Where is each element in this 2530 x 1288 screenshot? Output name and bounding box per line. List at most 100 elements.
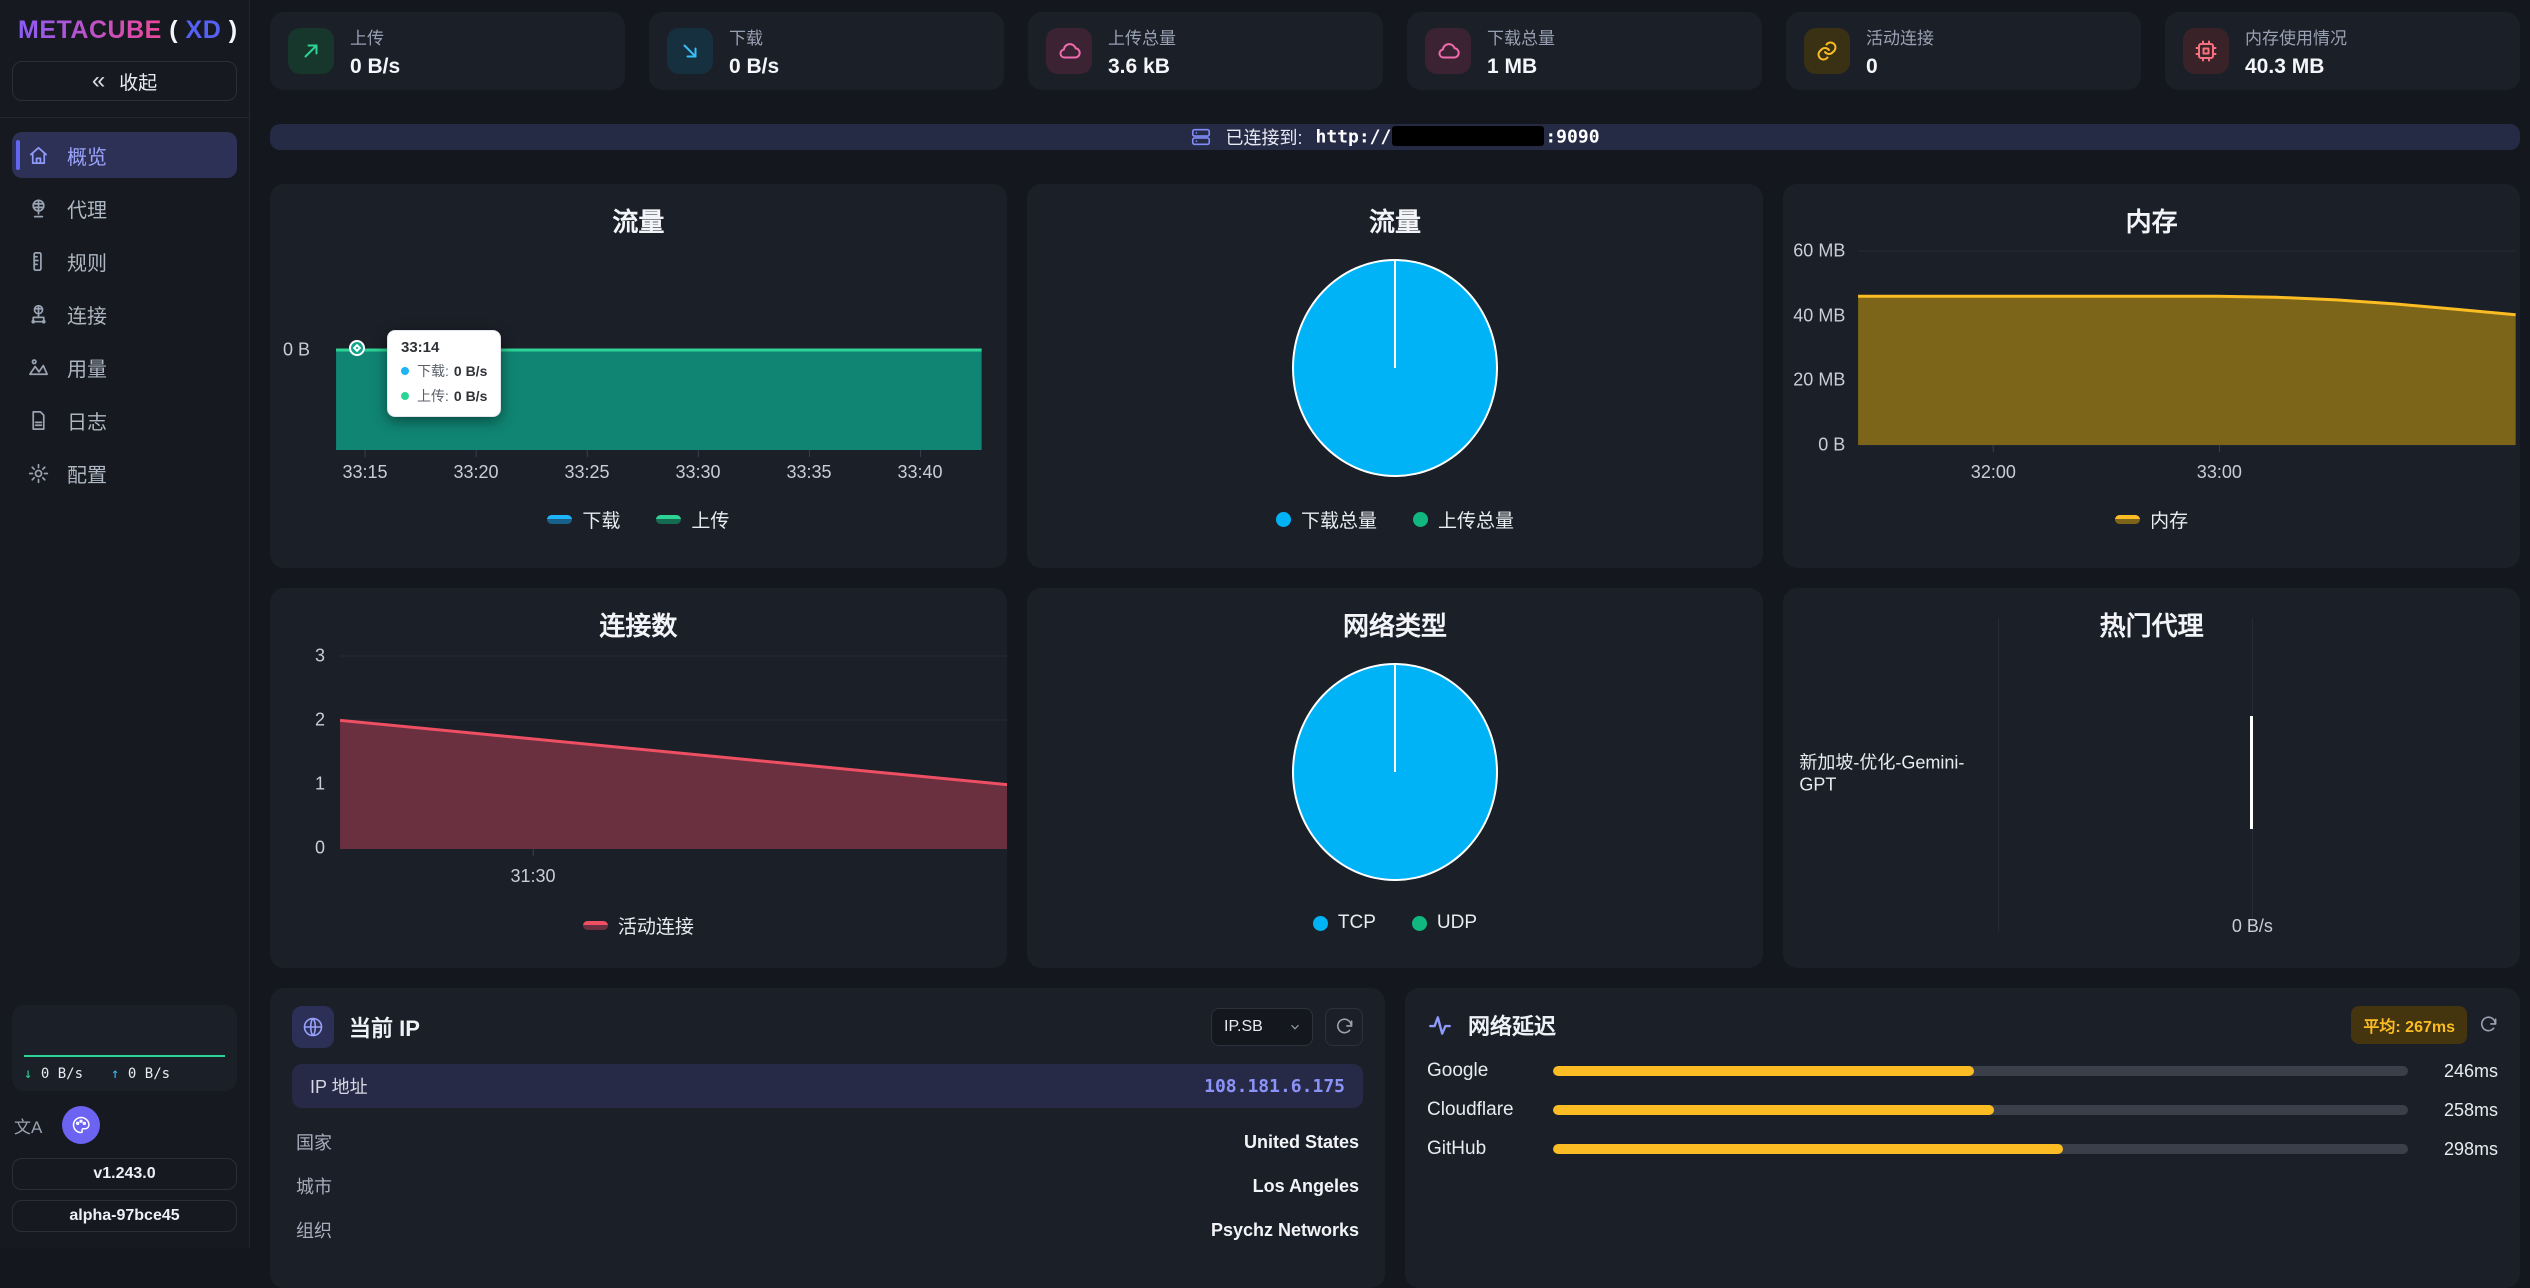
ip-source-select[interactable]: IP.SB — [1211, 1008, 1313, 1046]
home-icon — [27, 144, 50, 167]
sidebar-item-config[interactable]: 配置 — [12, 450, 237, 496]
download-arrow-icon — [678, 39, 702, 63]
sidebar-traffic-plot — [24, 1015, 225, 1057]
stat-card-memory: 内存使用情况 40.3 MB — [2165, 12, 2520, 90]
legend-download[interactable]: 下载 — [547, 506, 620, 533]
x-axis-tick: 32:00 — [1971, 462, 2016, 483]
y-axis-tick: 3 — [270, 646, 325, 667]
stat-label: 下载 — [729, 24, 779, 49]
chart-title: 网络类型 — [1027, 606, 1764, 643]
server-icon — [1190, 126, 1212, 148]
language-icon[interactable]: 文A — [14, 1113, 42, 1138]
hover-marker — [349, 340, 365, 356]
pie-graphic — [1292, 259, 1498, 477]
version-button[interactable]: v1.243.0 — [12, 1158, 237, 1190]
stat-value: 0 B/s — [350, 55, 400, 79]
zero-value-bar — [2250, 716, 2253, 829]
traffic-pie-chart: 流量 下载总量 上传总量 — [1027, 184, 1764, 568]
stat-label: 上传总量 — [1108, 24, 1176, 49]
latency-bar-track — [1553, 1144, 2408, 1154]
latency-site-name: Cloudflare — [1427, 1099, 1535, 1121]
latency-value: 298ms — [2426, 1139, 2498, 1160]
stat-label: 活动连接 — [1866, 24, 1934, 49]
sidebar-item-connections[interactable]: 连接 — [12, 291, 237, 337]
y-axis-tick: 20 MB — [1783, 370, 1845, 391]
sidebar-item-usage[interactable]: 用量 — [12, 344, 237, 390]
double-chevron-left-icon: « — [92, 69, 105, 93]
info-value: United States — [1244, 1132, 1359, 1153]
legend-upload[interactable]: 上传 — [656, 506, 729, 533]
collapse-sidebar-button[interactable]: « 收起 — [12, 61, 237, 101]
stat-value: 3.6 kB — [1108, 55, 1176, 79]
sidebar-item-overview[interactable]: 概览 — [12, 132, 237, 178]
legend-pill-icon — [2115, 515, 2140, 524]
refresh-ip-button[interactable] — [1325, 1008, 1363, 1046]
sidebar-item-logs[interactable]: 日志 — [12, 397, 237, 443]
build-button[interactable]: alpha-97bce45 — [12, 1200, 237, 1232]
latency-row: Cloudflare258ms — [1427, 1099, 2498, 1121]
x-axis-tick: 33:15 — [342, 462, 387, 483]
info-value: Psychz Networks — [1211, 1220, 1359, 1241]
app-logo: METACUBE ( XD ) — [12, 14, 237, 61]
latency-row: Google246ms — [1427, 1060, 2498, 1082]
stat-value: 0 — [1866, 55, 1934, 79]
legend-dot-icon — [1413, 512, 1428, 527]
latency-rows: Google246msCloudflare258msGitHub298ms — [1427, 1060, 2498, 1160]
y-axis-tick: 0 — [270, 838, 325, 859]
vertical-gridline — [1998, 618, 1999, 932]
legend-tcp[interactable]: TCP — [1313, 912, 1376, 934]
legend-memory[interactable]: 内存 — [2115, 506, 2188, 533]
legend-udp[interactable]: UDP — [1412, 912, 1477, 934]
legend-pill-icon — [583, 921, 608, 930]
traffic-line-chart: 流量 33:14 下载:0 B/s 上传:0 B/s 下载 上传 33:1533… — [270, 184, 1007, 568]
legend-download-total[interactable]: 下载总量 — [1276, 506, 1377, 533]
chart-tooltip: 33:14 下载:0 B/s 上传:0 B/s — [387, 330, 501, 417]
connection-status-label: 已连接到: — [1225, 124, 1302, 150]
proxies-globe-icon — [27, 197, 50, 220]
stat-card-active-connections: 活动连接 0 — [1786, 12, 2141, 90]
sidebar-item-label: 配置 — [67, 459, 107, 488]
upload-dot-icon — [401, 392, 409, 400]
stat-label: 内存使用情况 — [2245, 24, 2347, 49]
down-arrow-icon: ↓ — [24, 1066, 32, 1082]
stats-row: 上传 0 B/s 下载 0 B/s 上传总量 3.6 kB 下载总量 1 MB … — [270, 12, 2520, 90]
logo-paren-open: ( — [169, 16, 178, 44]
legend-pill-icon — [547, 515, 572, 524]
sidebar-traffic-chart: ↓ 0 B/s ↑ 0 B/s — [12, 1005, 237, 1091]
x-axis-tick: 33:40 — [897, 462, 942, 483]
y-axis-tick: 2 — [270, 710, 325, 731]
stat-value: 0 B/s — [729, 55, 779, 79]
panel-title: 当前 IP — [349, 1011, 420, 1043]
ip-address-value: 108.181.6.175 — [1204, 1076, 1345, 1097]
connections-chart: 连接数 活动连接 321031:30 — [270, 588, 1007, 968]
theme-palette-button[interactable] — [62, 1106, 100, 1144]
legend-upload-total[interactable]: 上传总量 — [1413, 506, 1514, 533]
tooltip-time: 33:14 — [401, 339, 487, 356]
connection-url: http://:9090 — [1315, 126, 1599, 149]
ip-info-row: 组织 Psychz Networks — [292, 1208, 1363, 1252]
charts-grid: 流量 33:14 下载:0 B/s 上传:0 B/s 下载 上传 33:1533… — [270, 184, 2520, 968]
proxy-category-label: 新加坡-优化-Gemini-GPT — [1799, 749, 1969, 796]
latency-bar-fill — [1553, 1105, 1994, 1115]
refresh-icon — [1335, 1018, 1354, 1037]
download-dot-icon — [401, 367, 409, 375]
top-proxies-chart: 热门代理 新加坡-优化-Gemini-GPT 0 B/s — [1783, 588, 2520, 968]
chart-title: 热门代理 — [1783, 606, 2520, 643]
connection-status-bar: 已连接到: http://:9090 — [270, 124, 2520, 150]
legend-dot-icon — [1313, 916, 1328, 931]
stat-value: 40.3 MB — [2245, 55, 2347, 79]
usage-chart-icon — [27, 356, 50, 379]
y-axis-tick: 0 B — [270, 340, 310, 361]
x-axis-tick: 33:35 — [786, 462, 831, 483]
bottom-panels: 当前 IP IP.SB IP 地址 108.181.6.175 国家 Unite — [270, 988, 2520, 1288]
sidebar-item-rules[interactable]: 规则 — [12, 238, 237, 284]
up-arrow-icon: ↑ — [111, 1066, 119, 1082]
average-latency-badge: 平均: 267ms — [2351, 1006, 2467, 1044]
refresh-latency-button[interactable] — [2479, 1016, 2498, 1035]
cloud-download-icon — [1436, 39, 1460, 63]
sidebar-item-proxies[interactable]: 代理 — [12, 185, 237, 231]
y-axis-tick: 60 MB — [1783, 241, 1845, 262]
legend-active-connections[interactable]: 活动连接 — [583, 912, 694, 939]
sidebar-item-label: 代理 — [67, 194, 107, 223]
redacted-host — [1392, 126, 1544, 146]
